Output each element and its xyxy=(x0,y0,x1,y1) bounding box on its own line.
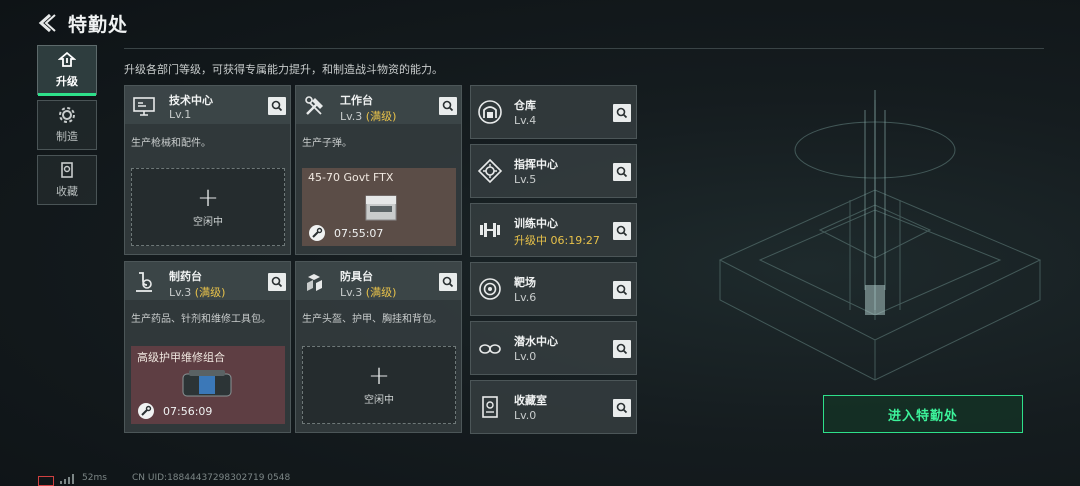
facility-level: Lv.3 (满级) xyxy=(340,286,397,299)
base-hologram-illustration xyxy=(718,90,1042,381)
facility-desc: 生产枪械和配件。 xyxy=(131,138,211,149)
room-name: 收藏室 xyxy=(514,394,547,407)
tab-craft[interactable]: 制造 xyxy=(37,100,97,150)
wrench-icon xyxy=(138,403,154,419)
facility-name: 技术中心 xyxy=(169,94,213,107)
workbench-icon xyxy=(305,96,323,115)
room-upgrade-status: 升级中 06:19:27 xyxy=(514,234,600,247)
search-icon[interactable] xyxy=(613,399,631,417)
room-shooting-range[interactable]: 靶场 Lv.6 xyxy=(470,262,637,316)
room-collection-room[interactable]: 收藏室 Lv.0 xyxy=(470,380,637,434)
back-arrow-icon[interactable] xyxy=(36,12,58,34)
tab-craft-label: 制造 xyxy=(56,130,78,143)
facility-level: Lv.3 (满级) xyxy=(340,110,397,123)
page-subtitle: 升级各部门等级，可获得专属能力提升，和制造战斗物资的能力。 xyxy=(124,63,443,76)
facility-card-workbench[interactable]: 工作台 Lv.3 (满级) 生产子弹。 45-70 Govt FTX 07:55… xyxy=(295,85,462,255)
upgrade-icon xyxy=(58,51,76,67)
room-warehouse[interactable]: 仓库 Lv.4 xyxy=(470,85,637,139)
search-icon[interactable] xyxy=(613,340,631,358)
search-icon[interactable] xyxy=(268,97,286,115)
facility-desc: 生产药品、针剂和维修工具包。 xyxy=(131,314,271,325)
diving-goggles-icon xyxy=(479,344,501,354)
user-uid: CN UID:18844437298302719 0548 xyxy=(132,473,291,483)
facility-desc: 生产子弹。 xyxy=(302,138,352,149)
facility-desc: 生产头盔、护甲、胸挂和背包。 xyxy=(302,314,442,325)
room-training-center[interactable]: 训练中心 升级中 06:19:27 xyxy=(470,203,637,257)
room-command-center[interactable]: 指挥中心 Lv.5 xyxy=(470,144,637,198)
facility-name: 防具台 xyxy=(340,270,373,283)
tech-center-icon xyxy=(133,97,155,116)
room-level: Lv.0 xyxy=(514,409,537,422)
room-diving-center[interactable]: 潜水中心 Lv.0 xyxy=(470,321,637,375)
tab-upgrade-label: 升级 xyxy=(56,75,78,88)
page-title: 特勤处 xyxy=(68,14,129,36)
production-slot-idle[interactable]: + 空闲中 xyxy=(302,346,456,424)
search-icon[interactable] xyxy=(613,163,631,181)
production-timer: 07:56:09 xyxy=(163,405,213,418)
armor-bench-icon xyxy=(307,274,322,291)
facility-card-armor-bench[interactable]: 防具台 Lv.3 (满级) 生产头盔、护甲、胸挂和背包。 + 空闲中 xyxy=(295,261,462,433)
search-icon[interactable] xyxy=(613,222,631,240)
room-name: 潜水中心 xyxy=(514,335,558,348)
room-name: 指挥中心 xyxy=(514,158,558,171)
search-icon[interactable] xyxy=(613,104,631,122)
room-level: Lv.6 xyxy=(514,291,537,304)
ping-readout: 52ms xyxy=(82,473,107,483)
facility-level: Lv.3 (满级) xyxy=(169,286,226,299)
slot-status: 空闲中 xyxy=(364,394,394,406)
room-level: Lv.4 xyxy=(514,114,537,127)
room-name: 靶场 xyxy=(514,276,536,289)
tab-upgrade[interactable]: 升级 xyxy=(37,45,97,96)
record-indicator-icon xyxy=(38,476,54,486)
signal-strength-icon xyxy=(60,474,74,484)
facility-card-tech-center[interactable]: 技术中心 Lv.1 生产枪械和配件。 + 空闲中 xyxy=(124,85,291,255)
armor-repair-kit-icon xyxy=(182,370,232,397)
production-slot-idle[interactable]: + 空闲中 xyxy=(131,168,285,246)
facility-level: Lv.1 xyxy=(169,108,192,121)
room-name: 仓库 xyxy=(514,99,536,112)
wrench-icon xyxy=(309,225,325,241)
room-level: Lv.0 xyxy=(514,350,537,363)
product-name: 45-70 Govt FTX xyxy=(308,171,394,184)
command-center-icon xyxy=(477,158,503,184)
plus-icon: + xyxy=(368,360,390,391)
search-icon[interactable] xyxy=(268,273,286,291)
production-timer: 07:55:07 xyxy=(334,227,384,240)
warehouse-icon xyxy=(478,100,502,124)
production-slot-active[interactable]: 45-70 Govt FTX 07:55:07 xyxy=(302,168,456,246)
facility-name: 工作台 xyxy=(340,94,373,107)
facility-name: 制药台 xyxy=(169,270,202,283)
production-slot-active[interactable]: 高级护甲维修组合 07:56:09 xyxy=(131,346,285,424)
enter-special-ops-button[interactable]: 进入特勤处 xyxy=(823,395,1023,433)
slot-status: 空闲中 xyxy=(193,216,223,228)
craft-gear-icon xyxy=(59,107,75,123)
search-icon[interactable] xyxy=(613,281,631,299)
header-divider xyxy=(124,48,1044,49)
tab-collection-label: 收藏 xyxy=(56,185,78,198)
ammo-box-icon xyxy=(365,195,397,221)
tab-collection[interactable]: 收藏 xyxy=(37,155,97,205)
room-name: 训练中心 xyxy=(514,217,558,230)
plus-icon: + xyxy=(197,182,219,213)
search-icon[interactable] xyxy=(439,97,457,115)
collection-icon xyxy=(61,162,73,178)
target-icon xyxy=(479,278,501,300)
room-level: Lv.5 xyxy=(514,173,537,186)
dumbbell-icon xyxy=(480,223,500,237)
pharmacy-icon xyxy=(136,272,152,292)
facility-card-pharmacy[interactable]: 制药台 Lv.3 (满级) 生产药品、针剂和维修工具包。 高级护甲维修组合 07… xyxy=(124,261,291,433)
product-name: 高级护甲维修组合 xyxy=(137,351,225,364)
collection-room-icon xyxy=(482,396,498,418)
search-icon[interactable] xyxy=(439,273,457,291)
